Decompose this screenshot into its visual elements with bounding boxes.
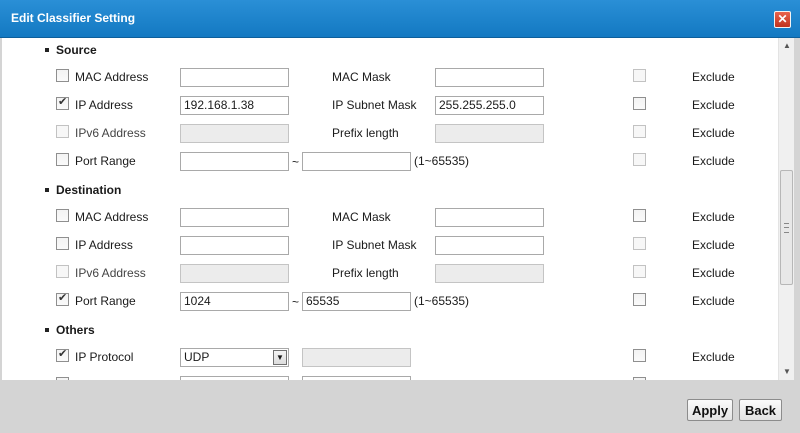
dst-ip-exclude-checkbox[interactable]	[633, 237, 646, 250]
dst-ip-label: IP Address	[75, 238, 133, 252]
src-mac-mask-label: MAC Mask	[332, 70, 391, 84]
classifier-form: Source MAC Address MAC Mask Exclude IP A…	[2, 38, 778, 380]
scrollbar-thumb[interactable]	[780, 170, 793, 285]
next-row-input-2[interactable]	[302, 376, 411, 380]
src-ip-mask-input[interactable]: 255.255.255.0	[435, 96, 544, 115]
dialog-titlebar: Edit Classifier Setting ✕	[0, 0, 800, 38]
dst-port-exclude-checkbox[interactable]	[633, 293, 646, 306]
src-mac-label: MAC Address	[75, 70, 149, 84]
src-port-range-hint: (1~65535)	[414, 154, 470, 168]
bullet-icon	[45, 47, 49, 52]
dst-ip-mask-label: IP Subnet Mask	[332, 238, 417, 252]
dst-mac-exclude-checkbox[interactable]	[633, 209, 646, 222]
src-port-tilde: ~	[292, 155, 300, 169]
ip-protocol-checkbox[interactable]	[56, 347, 69, 362]
src-port-exclude-checkbox[interactable]	[633, 153, 646, 166]
dst-ip-input[interactable]	[180, 236, 289, 255]
back-button[interactable]: Back	[739, 399, 782, 421]
ip-protocol-exclude-label: Exclude	[692, 350, 735, 364]
scroll-down-icon[interactable]: ▼	[779, 364, 795, 380]
dst-port-from-input[interactable]: 1024	[180, 292, 289, 311]
dst-mac-checkbox[interactable]	[56, 209, 69, 222]
dst-prefix-input[interactable]	[435, 264, 544, 283]
dst-port-range-hint: (1~65535)	[414, 294, 470, 308]
dst-ipv6-checkbox[interactable]	[56, 265, 69, 278]
close-icon[interactable]: ✕	[774, 11, 791, 28]
ip-protocol-exclude-checkbox[interactable]	[633, 349, 646, 362]
section-others: Others	[45, 323, 95, 337]
bullet-icon	[45, 187, 49, 192]
next-row-checkbox[interactable]	[56, 377, 69, 380]
dst-ip-mask-input[interactable]	[435, 236, 544, 255]
dst-mac-exclude-label: Exclude	[692, 210, 735, 224]
src-ipv6-exclude-checkbox[interactable]	[633, 125, 646, 138]
src-port-exclude-label: Exclude	[692, 154, 735, 168]
dst-port-label: Port Range	[75, 294, 136, 308]
dst-ipv6-label: IPv6 Address	[75, 266, 146, 280]
src-ipv6-input[interactable]	[180, 124, 289, 143]
src-port-label: Port Range	[75, 154, 136, 168]
apply-button[interactable]: Apply	[687, 399, 733, 421]
src-ipv6-label: IPv6 Address	[75, 126, 146, 140]
bullet-icon	[45, 327, 49, 332]
dst-ip-checkbox[interactable]	[56, 237, 69, 250]
dst-ip-exclude-label: Exclude	[692, 238, 735, 252]
src-ip-exclude-label: Exclude	[692, 98, 735, 112]
dialog-footer: Apply Back	[0, 381, 800, 433]
chevron-down-icon[interactable]: ▼	[273, 350, 287, 365]
src-port-checkbox[interactable]	[56, 153, 69, 166]
section-destination: Destination	[45, 183, 121, 197]
dst-mac-label: MAC Address	[75, 210, 149, 224]
src-ipv6-checkbox[interactable]	[56, 125, 69, 138]
src-ipv6-exclude-label: Exclude	[692, 126, 735, 140]
dst-port-tilde: ~	[292, 295, 300, 309]
dst-mac-mask-label: MAC Mask	[332, 210, 391, 224]
dst-ipv6-exclude-checkbox[interactable]	[633, 265, 646, 278]
dialog-title: Edit Classifier Setting	[11, 11, 136, 25]
src-mac-mask-input[interactable]	[435, 68, 544, 87]
dst-mac-input[interactable]	[180, 208, 289, 227]
grip-icon	[784, 223, 789, 233]
ip-protocol-selected: UDP	[184, 350, 210, 364]
src-mac-exclude-checkbox[interactable]	[633, 69, 646, 82]
src-mac-exclude-label: Exclude	[692, 70, 735, 84]
dst-prefix-label: Prefix length	[332, 266, 399, 280]
dst-ipv6-exclude-label: Exclude	[692, 266, 735, 280]
src-port-from-input[interactable]	[180, 152, 289, 171]
src-ip-checkbox[interactable]	[56, 95, 69, 110]
ip-protocol-label: IP Protocol	[75, 350, 134, 364]
section-source-heading: Source	[56, 43, 97, 57]
dst-port-to-input[interactable]: 65535	[302, 292, 411, 311]
src-mac-checkbox[interactable]	[56, 69, 69, 82]
dst-port-exclude-label: Exclude	[692, 294, 735, 308]
section-others-heading: Others	[56, 323, 95, 337]
dst-mac-mask-input[interactable]	[435, 208, 544, 227]
src-port-to-input[interactable]	[302, 152, 411, 171]
vertical-scrollbar[interactable]: ▲ ▼	[778, 38, 794, 380]
src-mac-input[interactable]	[180, 68, 289, 87]
section-source: Source	[45, 43, 97, 57]
src-ip-mask-label: IP Subnet Mask	[332, 98, 417, 112]
src-ip-input[interactable]: 192.168.1.38	[180, 96, 289, 115]
ip-protocol-extra-input[interactable]	[302, 348, 411, 367]
ip-protocol-select[interactable]: UDP ▼	[180, 348, 289, 367]
next-row-exclude-checkbox[interactable]	[633, 377, 646, 380]
src-ip-label: IP Address	[75, 98, 133, 112]
src-prefix-label: Prefix length	[332, 126, 399, 140]
src-prefix-input[interactable]	[435, 124, 544, 143]
scroll-up-icon[interactable]: ▲	[779, 38, 795, 54]
dst-port-checkbox[interactable]	[56, 291, 69, 306]
dst-ipv6-input[interactable]	[180, 264, 289, 283]
src-ip-exclude-checkbox[interactable]	[633, 97, 646, 110]
next-row-input[interactable]	[180, 376, 289, 380]
section-destination-heading: Destination	[56, 183, 122, 197]
